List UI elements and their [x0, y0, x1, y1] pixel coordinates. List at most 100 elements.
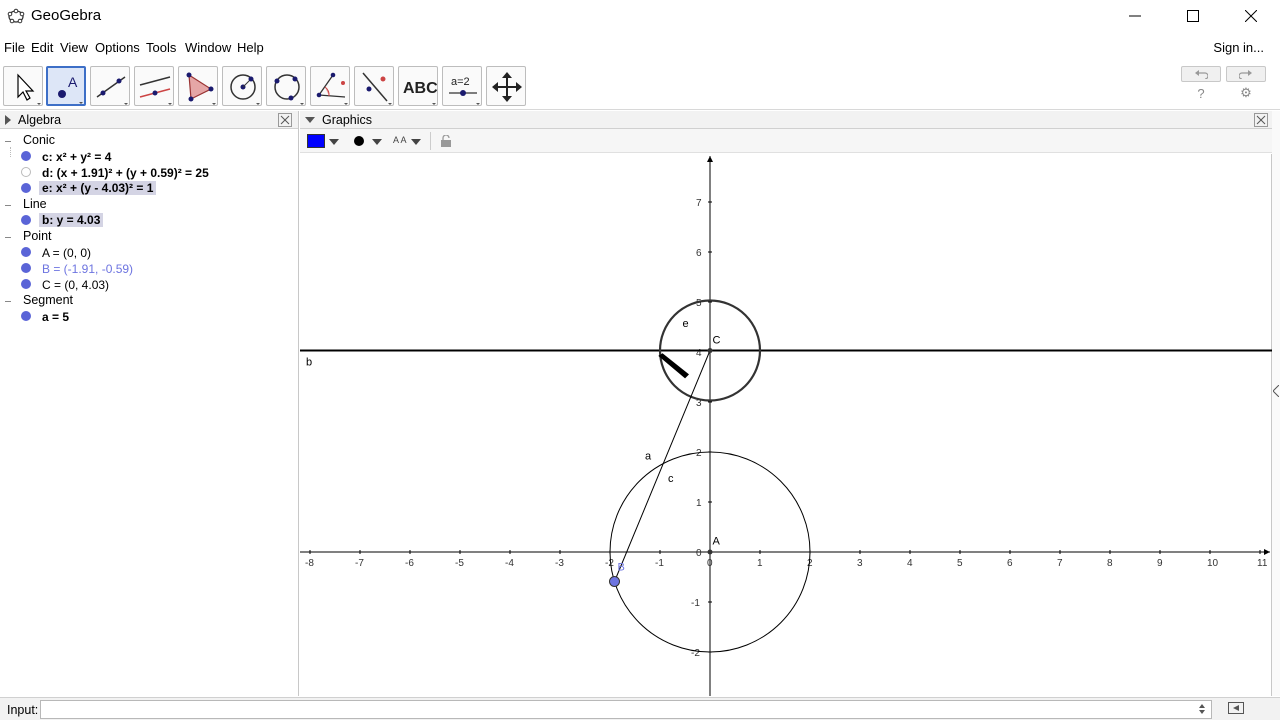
collapse-dash[interactable] [5, 205, 11, 206]
color-swatch[interactable] [307, 134, 325, 148]
visibility-toggle[interactable] [21, 167, 31, 177]
point-B [609, 576, 620, 587]
y-tick-label: 6 [696, 248, 702, 259]
x-tick-label: 5 [957, 558, 963, 569]
undo-button[interactable] [1181, 66, 1221, 82]
maximize-button[interactable] [1164, 0, 1222, 32]
algebra-item-B[interactable]: B = (-1.91, -0.59) [42, 262, 133, 276]
input-bar: Input: [0, 697, 1280, 720]
y-tick-label: 0 [696, 548, 702, 559]
menu-tools[interactable]: Tools [146, 40, 176, 55]
move-tool-button[interactable] [3, 66, 43, 106]
circle-center-tool-button[interactable] [222, 66, 262, 106]
polygon-tool-button[interactable] [178, 66, 218, 106]
x-tick-label: -1 [655, 558, 664, 569]
chevron-down-icon[interactable] [372, 139, 382, 145]
polygon-icon [186, 72, 216, 105]
close-algebra-button[interactable] [278, 113, 292, 127]
visibility-toggle[interactable] [21, 311, 31, 321]
algebra-view: Algebra Conic c: x² + y² = 4 d: (x + 1.9… [0, 111, 299, 696]
y-tick-label: 2 [696, 448, 702, 459]
visibility-toggle[interactable] [21, 279, 31, 289]
visibility-toggle[interactable] [21, 183, 31, 193]
algebra-item-e[interactable]: e: x² + (y - 4.03)² = 1 [39, 181, 157, 195]
circle-three-points-tool-button[interactable] [266, 66, 306, 106]
collapse-dash[interactable] [5, 237, 11, 238]
toolbar: A ABC a=2 [0, 62, 1280, 110]
menu-help[interactable]: Help [237, 40, 264, 55]
algebra-item-d[interactable]: d: (x + 1.91)² + (y + 0.59)² = 25 [42, 166, 209, 180]
segment-a-label: a [645, 451, 652, 463]
chevron-down-icon[interactable] [329, 139, 339, 145]
move-graphics-tool-button[interactable] [486, 66, 526, 106]
category-conic[interactable]: Conic [23, 133, 55, 147]
algebra-item-C[interactable]: C = (0, 4.03) [42, 278, 109, 292]
collapse-dash[interactable] [5, 141, 11, 142]
algebra-title: Algebra [18, 113, 62, 127]
menu-window[interactable]: Window [185, 40, 231, 55]
x-tick-label: -2 [605, 558, 614, 569]
line-icon [96, 76, 128, 105]
algebra-item-a[interactable]: a = 5 [42, 310, 69, 324]
lock-icon[interactable] [440, 135, 452, 147]
menu-edit[interactable]: Edit [31, 40, 53, 55]
category-point[interactable]: Point [23, 229, 52, 243]
visibility-toggle[interactable] [21, 215, 31, 225]
x-tick-label: 8 [1107, 558, 1113, 569]
reflect-tool-button[interactable] [354, 66, 394, 106]
move-arrows-icon [492, 72, 522, 102]
category-segment[interactable]: Segment [23, 293, 73, 307]
expand-panel-icon[interactable] [1273, 385, 1279, 397]
segment-a [614, 350, 711, 582]
point-A [707, 549, 713, 555]
menu-file[interactable]: File [4, 40, 25, 55]
slider-tool-button[interactable]: a=2 [442, 66, 482, 106]
menu-view[interactable]: View [60, 40, 88, 55]
y-tick-label: -1 [691, 598, 700, 609]
visibility-toggle[interactable] [21, 151, 31, 161]
circle-center-icon [230, 74, 260, 105]
line-tool-button[interactable] [90, 66, 130, 106]
trace-marks [658, 353, 689, 379]
minimize-button[interactable] [1106, 0, 1164, 32]
x-tick-label: -6 [405, 558, 414, 569]
visibility-toggle[interactable] [21, 247, 31, 257]
sign-in-link[interactable]: Sign in... [1213, 40, 1264, 55]
point-C [707, 348, 713, 353]
collapse-right-icon[interactable] [4, 115, 12, 125]
input-history-icon[interactable] [1198, 703, 1206, 715]
help-icon[interactable]: ? [1194, 86, 1208, 101]
undo-icon [1195, 70, 1208, 79]
point-B-label: B [618, 562, 625, 574]
keyboard-icon[interactable] [1228, 702, 1244, 714]
angle-tool-button[interactable] [310, 66, 350, 106]
algebra-item-A[interactable]: A = (0, 0) [42, 246, 91, 260]
collapse-down-icon[interactable] [305, 116, 315, 124]
redo-icon [1239, 70, 1252, 79]
redo-button[interactable] [1226, 66, 1266, 82]
algebra-item-c[interactable]: c: x² + y² = 4 [42, 150, 111, 164]
x-tick-label: 6 [1007, 558, 1013, 569]
x-tick-label: -7 [355, 558, 364, 569]
point-tool-button[interactable]: A [46, 66, 86, 106]
category-line[interactable]: Line [23, 197, 47, 211]
y-tick-label: 1 [696, 498, 702, 509]
menu-bar: File Edit View Options Tools Window Help… [0, 36, 1280, 58]
chevron-down-icon[interactable] [411, 139, 421, 145]
text-size-icon[interactable]: A A [393, 135, 407, 145]
perpendicular-tool-button[interactable] [134, 66, 174, 106]
close-graphics-button[interactable] [1254, 113, 1268, 127]
text-tool-button[interactable]: ABC [398, 66, 438, 106]
menu-options[interactable]: Options [95, 40, 140, 55]
graphics-view[interactable]: -8 -7 -6 -5 -4 -3 -2 -1 0 1 2 3 4 5 6 7 8 9 10 11 -2 -1 0 1 2 3 4 5… [300, 154, 1272, 696]
close-window-button[interactable] [1222, 0, 1280, 32]
gear-icon[interactable]: ⚙ [1239, 85, 1253, 100]
y-tick-label: -2 [691, 648, 700, 659]
visibility-toggle[interactable] [21, 263, 31, 273]
graphics-title: Graphics [322, 113, 373, 127]
input-field[interactable] [40, 700, 1212, 719]
graphics-canvas[interactable]: -8 -7 -6 -5 -4 -3 -2 -1 0 1 2 3 4 5 6 7 8 9 10 11-2-1012345… [300, 154, 1272, 696]
point-style-icon[interactable] [353, 135, 365, 147]
algebra-item-b[interactable]: b: y = 4.03 [39, 213, 104, 227]
collapse-dash[interactable] [5, 301, 11, 302]
